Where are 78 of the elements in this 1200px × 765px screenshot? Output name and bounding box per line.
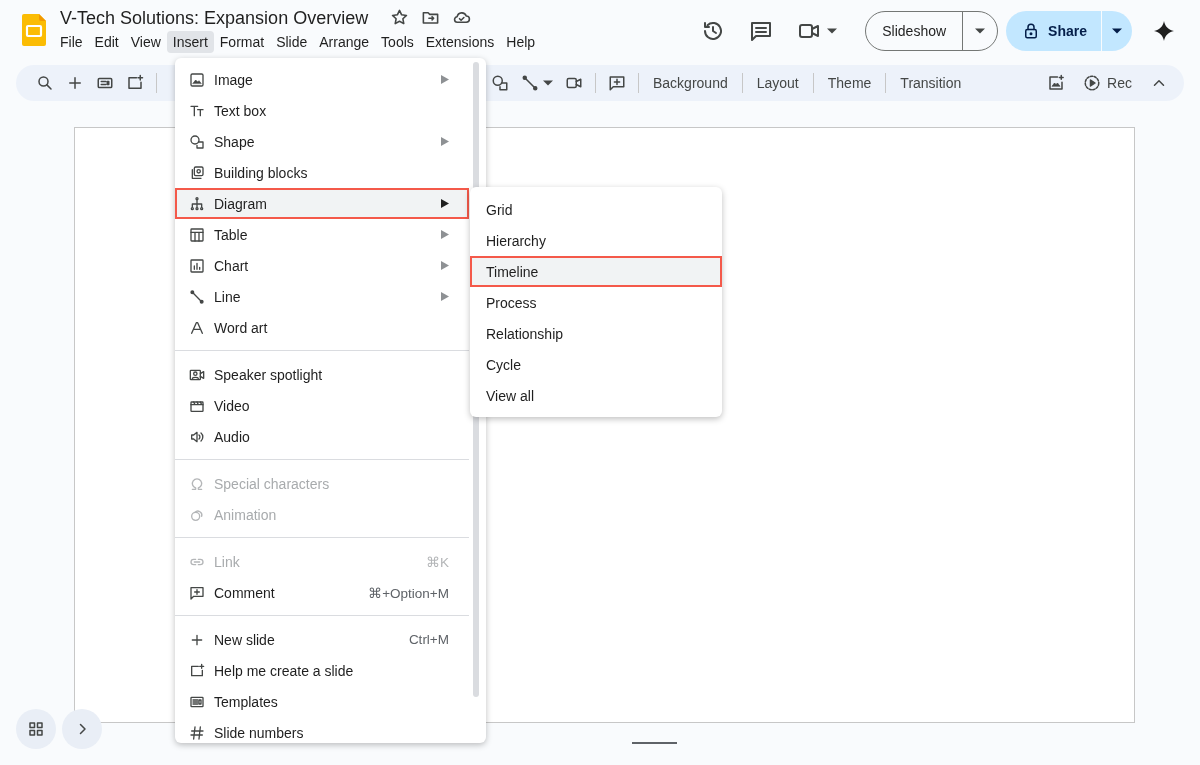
line-icon	[521, 74, 539, 92]
menu-item[interactable]: Speaker spotlight	[175, 359, 469, 390]
sparkle-slide-icon	[189, 662, 205, 679]
comments-icon	[749, 19, 774, 43]
search-icon	[36, 74, 54, 92]
caret-icon	[827, 28, 838, 34]
submenu-arrow-icon	[441, 137, 449, 146]
menu-item[interactable]: Help me create a slide	[175, 655, 469, 686]
letter-a-icon	[189, 319, 205, 336]
menu-bar-item[interactable]: Arrange	[313, 30, 376, 53]
menu-bar-item[interactable]: Slide	[270, 30, 314, 53]
submenu-item[interactable]: Hierarchy	[470, 225, 722, 256]
menu-bar-item[interactable]: View	[124, 30, 167, 53]
menu-item[interactable]: Templates	[175, 686, 469, 717]
stacked-pictures-icon	[189, 164, 205, 181]
caret-icon	[1112, 28, 1122, 34]
menu-bar-item[interactable]: File	[54, 30, 89, 53]
star-icon[interactable]	[390, 8, 410, 27]
toolbar-button[interactable]: Transition	[892, 71, 970, 95]
submenu-item[interactable]: Relationship	[470, 318, 722, 349]
menu-bar-item[interactable]: Help	[500, 30, 542, 53]
plus-icon	[66, 74, 84, 92]
submenu-arrow-icon	[441, 261, 449, 270]
record-icon	[1083, 74, 1102, 92]
bar-chart-icon	[189, 257, 205, 274]
menu-bar-item[interactable]: Insert	[166, 30, 214, 53]
shortcut-text: ⌘K	[426, 553, 449, 570]
menu-item[interactable]: Word art	[175, 312, 469, 343]
grid-icon	[27, 720, 45, 738]
table-icon	[189, 226, 205, 243]
resize-handle[interactable]	[632, 742, 677, 744]
omega-icon	[189, 475, 205, 492]
shortcut-text: ⌘+Option+M	[368, 584, 449, 601]
hierarchy-icon	[189, 195, 205, 212]
menu-item[interactable]: Comment ⌘+Option+M	[175, 577, 469, 608]
menu-item[interactable]: Text box	[175, 95, 469, 126]
menu-bar-item[interactable]: Format	[213, 30, 271, 53]
menu-item[interactable]: Table	[175, 219, 469, 250]
menu-item[interactable]: Shape	[175, 126, 469, 157]
submenu-item[interactable]: View all	[470, 380, 722, 411]
menu-bar-item[interactable]: Edit	[88, 30, 125, 53]
menu-item[interactable]: Image	[175, 64, 469, 95]
menu-item[interactable]: Building blocks	[175, 157, 469, 188]
shapes-icon	[189, 133, 205, 150]
menu-item[interactable]: Chart	[175, 250, 469, 281]
toolbar-button[interactable]: Layout	[748, 71, 807, 95]
shapes-icon	[491, 74, 509, 92]
menu-item[interactable]: New slide Ctrl+M	[175, 624, 469, 655]
comment-plus-icon	[608, 74, 626, 92]
record-button[interactable]: Rec	[1075, 70, 1140, 96]
shortcut-text: Ctrl+M	[408, 632, 449, 647]
toolbar-button[interactable]: Theme	[819, 71, 880, 95]
document-title[interactable]: V-Tech Solutions: Expansion Overview	[58, 5, 371, 30]
submenu-item[interactable]: Grid	[470, 194, 722, 225]
submenu-arrow-icon	[441, 75, 449, 84]
grid-view-button[interactable]	[16, 709, 56, 749]
submenu-arrow-icon	[441, 230, 449, 239]
submenu-item[interactable]: Process	[470, 287, 722, 318]
menu-bar-item[interactable]: Tools	[375, 30, 420, 53]
menu-item[interactable]: Line	[175, 281, 469, 312]
menu-bar-item[interactable]: Extensions	[419, 30, 501, 53]
sparkle-slide-icon	[126, 74, 144, 92]
menu-item[interactable]: Video	[175, 390, 469, 421]
add-image-icon	[1047, 74, 1066, 92]
hash-icon	[189, 724, 205, 741]
caret-icon	[975, 28, 986, 34]
menu-item[interactable]: Slide numbers	[175, 717, 469, 743]
menu-item[interactable]: Diagram	[175, 188, 469, 219]
submenu-arrow-icon	[441, 199, 449, 208]
toolbar-button[interactable]: Background	[645, 71, 736, 95]
image-icon	[189, 71, 205, 88]
menu-item[interactable]: Audio	[175, 421, 469, 452]
submenu-arrow-icon	[441, 292, 449, 301]
caret-icon	[543, 80, 553, 86]
submenu-item[interactable]: Timeline	[470, 256, 722, 287]
comment-plus-icon	[189, 584, 205, 601]
submenu-item[interactable]: Cycle	[470, 349, 722, 380]
line-icon	[189, 288, 205, 305]
